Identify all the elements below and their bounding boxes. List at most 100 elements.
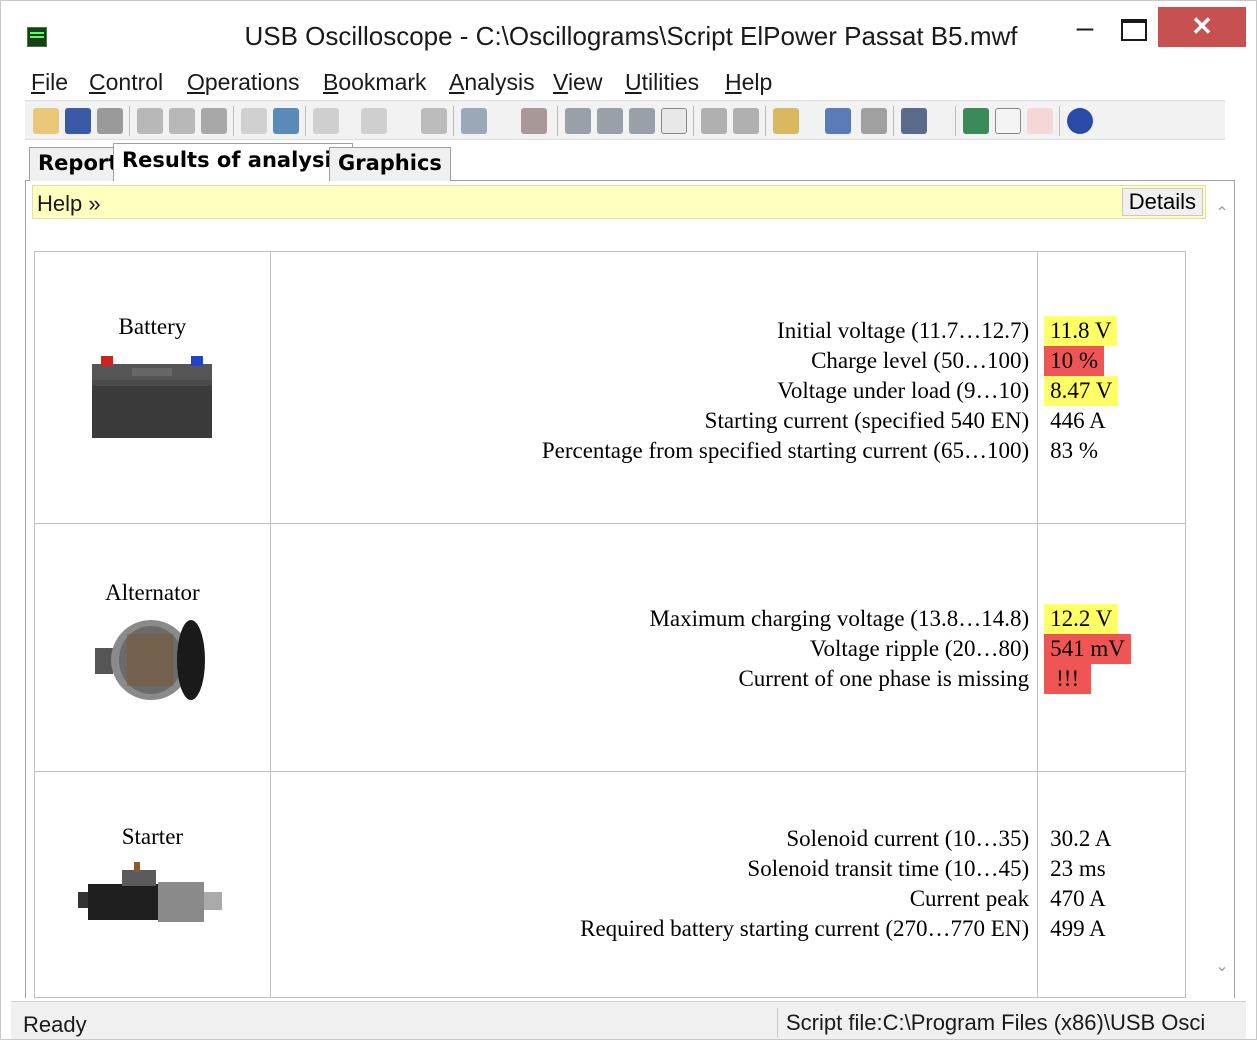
param-voltage-ripple: Voltage ripple (20…80) [809, 636, 1030, 661]
table-row: Starter Solenoid current (10…35) Solenoi… [34, 771, 1186, 998]
delete-channel-icon[interactable] [521, 108, 547, 134]
param-required-starting-current: Required battery starting current (270…7… [580, 916, 1030, 941]
minimize-button[interactable]: – [1063, 11, 1107, 51]
export-icon[interactable] [733, 108, 759, 134]
tab-results-of-analysis[interactable]: Results of analysis [113, 143, 354, 182]
tab-graphics[interactable]: Graphics [329, 147, 451, 181]
component-cell: Alternator [34, 523, 271, 772]
component-name: Starter [121, 824, 184, 849]
toolbar-separator [955, 106, 956, 136]
graphics-view-icon[interactable] [963, 108, 989, 134]
check-icon[interactable] [565, 108, 591, 134]
analysis-report-table: Battery Initial voltage (11.7…12.7) Char… [34, 251, 1186, 998]
status-text: Ready [23, 1012, 87, 1037]
values-cell: 11.8 V 10 % 8.47 V 446 A 83 % [1037, 251, 1186, 524]
menu-view[interactable]: View [553, 69, 602, 96]
undo-icon[interactable] [421, 108, 447, 134]
check-next-icon[interactable] [629, 108, 655, 134]
menu-help[interactable]: Help [725, 69, 772, 96]
tab-strip: Report Results of analysis Graphics [25, 143, 1235, 182]
value-phase-current-missing: !!! [1044, 664, 1092, 694]
battery-icon [92, 356, 213, 438]
menu-control[interactable]: Control [89, 69, 163, 96]
param-phase-current-missing: Current of one phase is missing [738, 666, 1030, 691]
open-folder-icon[interactable] [33, 108, 59, 134]
help-link[interactable]: Help » [37, 191, 101, 217]
marker-icon[interactable] [241, 108, 267, 134]
value-percentage-starting-current: 83 % [1050, 438, 1099, 463]
table-row: Alternator Maximum charging voltage (13.… [34, 523, 1186, 772]
help-icon[interactable] [1067, 108, 1093, 134]
value-max-charging-voltage: 12.2 V [1044, 604, 1119, 634]
maximize-button[interactable] [1111, 7, 1155, 47]
cursor-tool-icon[interactable] [201, 108, 227, 134]
value-voltage-under-load: 8.47 V [1044, 376, 1119, 406]
param-current-peak: Current peak [909, 886, 1030, 911]
results-panel: Help » Details ⌃ ⌄ Battery Initial volta… [25, 181, 1235, 998]
parameters-cell: Initial voltage (11.7…12.7) Charge level… [269, 251, 1039, 524]
paste-waveform-icon[interactable] [169, 108, 195, 134]
toolbar-separator [693, 106, 694, 136]
script-stop-icon[interactable] [861, 108, 887, 134]
measure-dropdown-icon[interactable] [313, 108, 339, 134]
check-down-icon[interactable] [597, 108, 623, 134]
value-charge-level: 10 % [1044, 346, 1105, 376]
starter-icon [78, 862, 223, 922]
channel-dropdown-icon[interactable] [461, 108, 487, 134]
values-cell: 12.2 V 541 mV !!! [1037, 523, 1186, 772]
toolbar [25, 100, 1225, 140]
value-solenoid-current: 30.2 A [1050, 826, 1112, 851]
ruler-icon[interactable] [273, 108, 299, 134]
component-name: Battery [118, 314, 187, 339]
param-charge-level: Charge level (50…100) [811, 348, 1030, 373]
component-name: Alternator [105, 580, 200, 605]
toolbar-separator [557, 106, 558, 136]
filter-dropdown-icon[interactable] [361, 108, 387, 134]
menu-file[interactable]: File [31, 69, 68, 96]
toolbar-separator [129, 106, 130, 136]
parameters-cell: Maximum charging voltage (13.8…14.8) Vol… [269, 523, 1039, 772]
script-run-icon[interactable] [825, 108, 851, 134]
component-cell: Battery [34, 251, 271, 524]
scroll-up-icon[interactable]: ⌃ [1214, 203, 1230, 222]
toolbar-separator [233, 106, 234, 136]
status-bar: Ready Script file:C:\Program Files (x86)… [11, 1001, 1246, 1039]
copy-waveform-icon[interactable] [137, 108, 163, 134]
alternator-icon [95, 620, 206, 700]
component-cell: Starter [34, 771, 271, 998]
menu-analysis[interactable]: Analysis [449, 69, 535, 96]
report-page-icon[interactable] [661, 108, 687, 134]
value-current-peak: 470 A [1050, 886, 1106, 911]
close-report-icon[interactable] [1027, 108, 1053, 134]
value-starting-current: 446 A [1050, 408, 1106, 433]
menu-bar: File Control Operations Bookmark Analysi… [21, 65, 1246, 99]
toolbar-separator [1059, 106, 1060, 136]
close-button[interactable]: ✕ [1158, 7, 1246, 47]
script-file-status: Script file:C:\Program Files (x86)\USB O… [777, 1008, 1205, 1038]
param-percentage-starting-current: Percentage from specified starting curre… [541, 438, 1030, 463]
save-icon[interactable] [65, 108, 91, 134]
script-open-icon[interactable] [773, 108, 799, 134]
values-cell: 30.2 A 23 ms 470 A 499 A [1037, 771, 1186, 998]
parameters-cell: Solenoid current (10…35) Solenoid transi… [269, 771, 1039, 998]
param-solenoid-transit-time: Solenoid transit time (10…45) [747, 856, 1030, 881]
table-row: Battery Initial voltage (11.7…12.7) Char… [34, 251, 1186, 524]
value-solenoid-transit-time: 23 ms [1050, 856, 1106, 881]
menu-operations[interactable]: Operations [187, 69, 300, 96]
print-icon[interactable] [97, 108, 123, 134]
select-area-icon[interactable] [701, 108, 727, 134]
value-required-starting-current: 499 A [1050, 916, 1106, 941]
report-view-icon[interactable] [995, 108, 1021, 134]
details-button[interactable]: Details [1121, 188, 1203, 216]
app-window: USB Oscilloscope - C:\Oscillograms\Scrip… [0, 0, 1257, 1040]
menu-bookmark[interactable]: Bookmark [323, 69, 427, 96]
script-settings-icon[interactable] [901, 108, 927, 134]
toolbar-separator [305, 106, 306, 136]
param-solenoid-current: Solenoid current (10…35) [786, 826, 1030, 851]
scroll-down-icon[interactable]: ⌄ [1214, 956, 1230, 975]
menu-utilities[interactable]: Utilities [625, 69, 699, 96]
param-initial-voltage: Initial voltage (11.7…12.7) [777, 318, 1030, 343]
toolbar-separator [453, 106, 454, 136]
title-bar: USB Oscilloscope - C:\Oscillograms\Scrip… [1, 1, 1256, 65]
param-max-charging-voltage: Maximum charging voltage (13.8…14.8) [649, 606, 1030, 631]
